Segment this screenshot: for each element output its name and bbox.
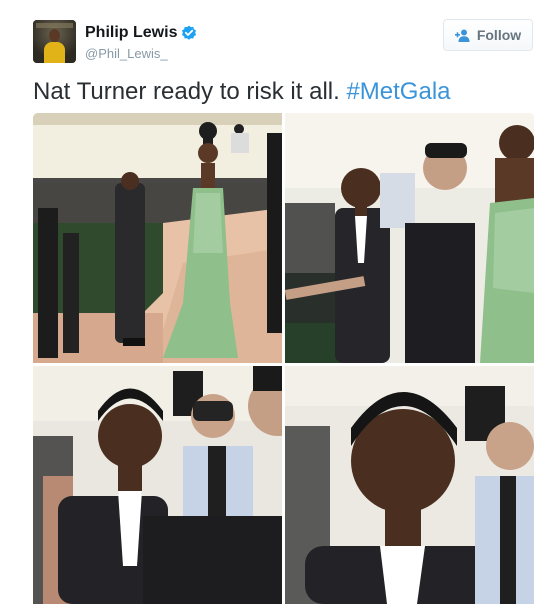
photo-2-image: [285, 113, 534, 363]
photo-1[interactable]: [33, 113, 282, 363]
photo-4[interactable]: [285, 366, 534, 604]
tweet-text: Nat Turner ready to risk it all. #MetGal…: [33, 76, 533, 108]
user-handle[interactable]: @Phil_Lewis_: [85, 46, 168, 61]
display-name[interactable]: Philip Lewis: [85, 24, 177, 42]
photo-4-image: [285, 366, 534, 604]
photo-2[interactable]: [285, 113, 534, 363]
avatar-head: [49, 29, 60, 42]
hashtag-link[interactable]: #MetGala: [346, 78, 450, 105]
add-user-icon: [454, 29, 470, 42]
photo-3[interactable]: [33, 366, 282, 604]
avatar-figure: [44, 42, 65, 63]
photo-1-image: [33, 113, 282, 363]
avatar[interactable]: [33, 20, 76, 63]
tweet-body: Nat Turner ready to risk it all.: [33, 78, 347, 105]
verified-badge-icon: [182, 25, 196, 40]
media-grid: [33, 113, 534, 604]
follow-button[interactable]: Follow: [443, 19, 533, 51]
follow-label: Follow: [476, 27, 522, 43]
avatar-light: [36, 23, 73, 28]
photo-3-image: [33, 366, 282, 604]
